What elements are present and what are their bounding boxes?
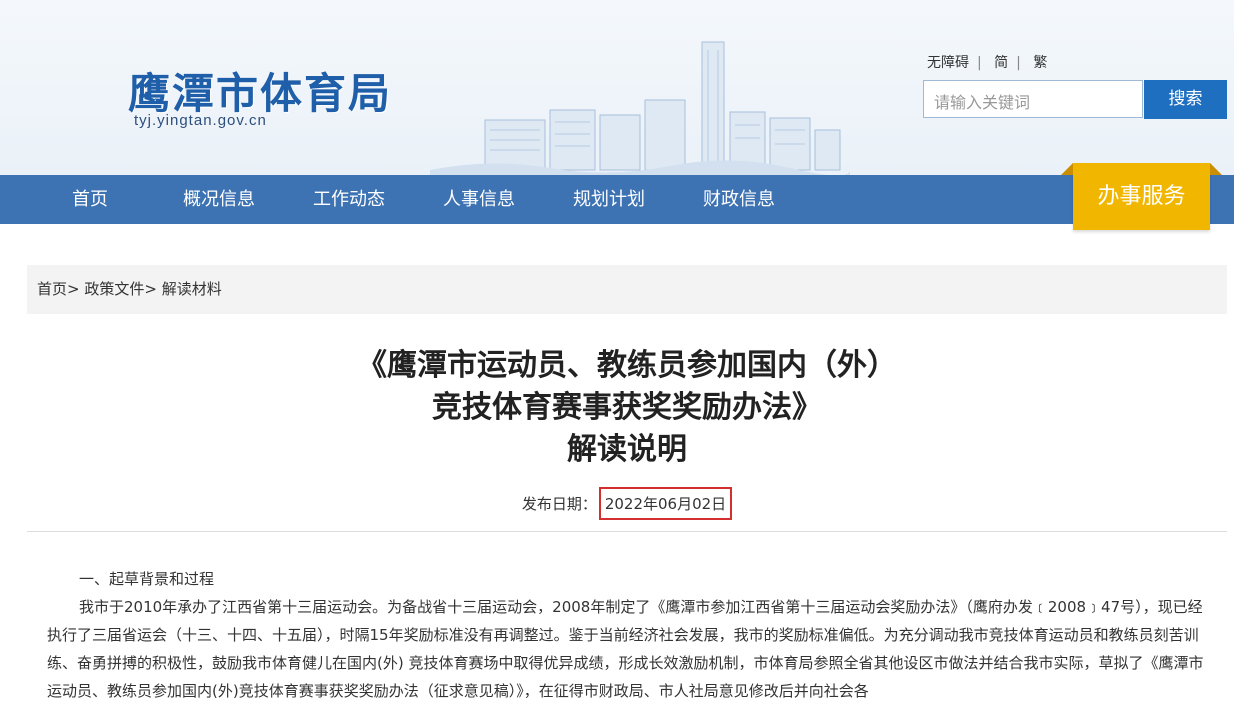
nav-item-overview[interactable]: 概况信息	[183, 175, 255, 224]
top-links: 无障碍 | 简 | 繁	[927, 55, 1048, 71]
breadcrumb: 首页> 政策文件> 解读材料	[27, 265, 1227, 314]
nav-item-finance[interactable]: 财政信息	[703, 175, 775, 224]
breadcrumb-policy-docs[interactable]: 政策文件	[84, 280, 144, 298]
publish-date-label: 发布日期：	[521, 495, 597, 513]
publish-date-row: 发布日期： 2022年06月02日	[27, 487, 1227, 520]
title-line-1: 《鹰潭市运动员、教练员参加国内（外）	[357, 348, 897, 383]
breadcrumb-home[interactable]: 首页	[37, 280, 67, 298]
search-input[interactable]: 请输入关键词	[923, 80, 1143, 118]
traditional-chinese-link[interactable]: 繁	[1033, 55, 1047, 71]
accessibility-link[interactable]: 无障碍	[927, 55, 969, 71]
simplified-chinese-link[interactable]: 简	[994, 55, 1008, 71]
title-line-2: 竞技体育赛事获奖奖励办法》	[432, 390, 822, 425]
nav-item-personnel[interactable]: 人事信息	[443, 175, 515, 224]
search-button[interactable]: 搜索	[1144, 80, 1227, 119]
main-nav: 首页 概况信息 工作动态 人事信息 规划计划 财政信息	[0, 175, 1234, 224]
nav-item-home[interactable]: 首页	[72, 175, 108, 224]
publish-date-value: 2022年06月02日	[604, 495, 727, 513]
publish-date-highlight: 2022年06月02日	[598, 487, 733, 520]
article-paragraph: 我市于2010年承办了江西省第十三届运动会。为备战省十三届运动会，2008年制定…	[47, 598, 1204, 700]
nav-item-planning[interactable]: 规划计划	[573, 175, 645, 224]
nav-item-work-news[interactable]: 工作动态	[313, 175, 385, 224]
section-heading: 一、起草背景和过程	[79, 570, 215, 588]
site-domain: tyj.yingtan.gov.cn	[134, 112, 267, 129]
title-line-3: 解读说明	[567, 432, 687, 467]
city-skyline-image	[430, 41, 850, 175]
site-header: 鹰潭市体育局 tyj.yingtan.gov.cn 无障碍 | 简 | 繁 请输入关…	[0, 0, 1234, 175]
divider	[27, 531, 1227, 532]
breadcrumb-interpretation[interactable]: 解读材料	[162, 280, 222, 298]
article-body: 一、起草背景和过程 我市于2010年承办了江西省第十三届运动会。为备战省十三届运…	[47, 565, 1207, 705]
service-tab[interactable]: 办事服务	[1061, 163, 1222, 230]
article-title: 《鹰潭市运动员、教练员参加国内（外） 竞技体育赛事获奖奖励办法》 解读说明	[27, 345, 1227, 471]
